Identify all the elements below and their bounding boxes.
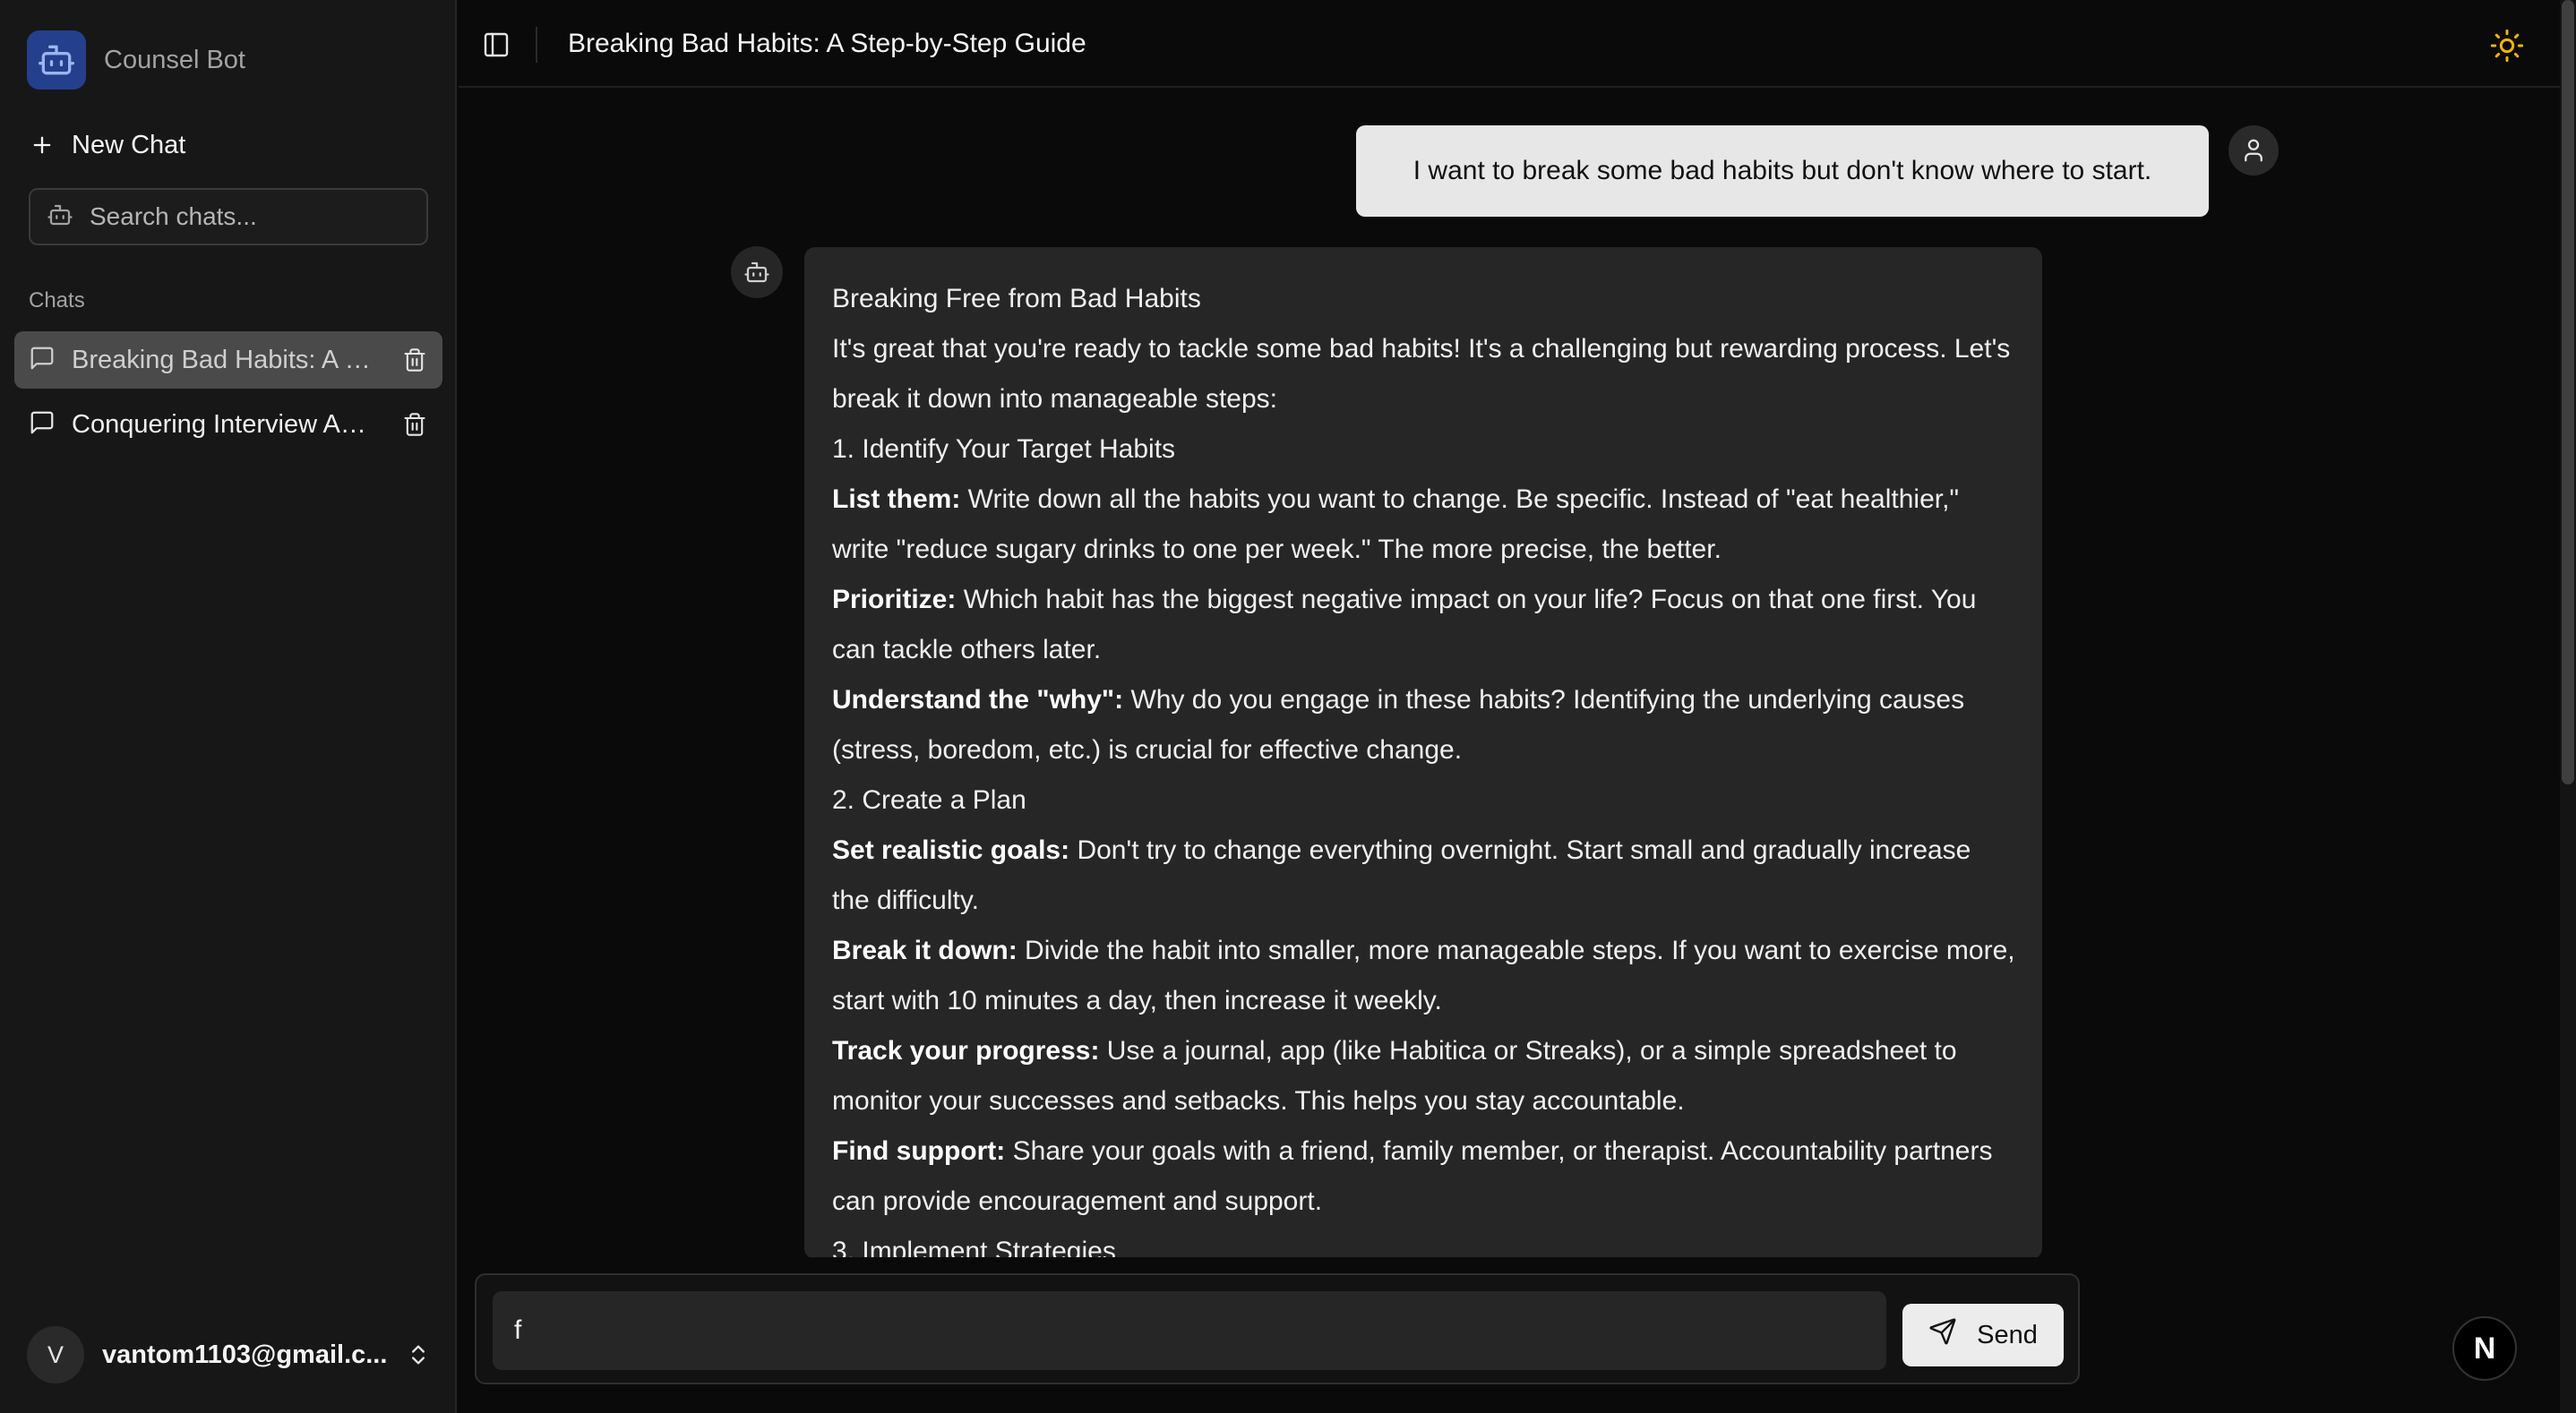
new-chat-button[interactable]: New Chat: [27, 125, 185, 165]
plus-icon: [27, 130, 57, 160]
response-item: List them: Write down all the habits you…: [832, 484, 1960, 564]
scrollbar-thumb[interactable]: [2562, 0, 2574, 784]
page-title: Breaking Bad Habits: A Step-by-Step Guid…: [568, 29, 1086, 58]
user-email: vantom1103@gmail.c...: [102, 1340, 388, 1369]
send-button[interactable]: Send: [1902, 1304, 2064, 1366]
top-bar: Breaking Bad Habits: A Step-by-Step Guid…: [459, 0, 2560, 88]
bot-search-icon: [47, 201, 73, 233]
message-composer: Send: [475, 1273, 2080, 1384]
send-label: Send: [1977, 1320, 2038, 1349]
assistant-message-bubble: Breaking Free from Bad Habits It's great…: [804, 247, 2042, 1259]
response-heading: Breaking Free from Bad Habits: [832, 284, 1201, 313]
response-item: Set realistic goals: Don't try to change…: [832, 835, 1971, 915]
brand-name: Counsel Bot: [104, 45, 245, 74]
sun-icon[interactable]: [2486, 25, 2528, 66]
search-input[interactable]: [90, 202, 412, 231]
chat-item-label: Conquering Interview Anxiety: [72, 409, 376, 439]
response-section-heading: 1. Identify Your Target Habits: [832, 434, 1176, 464]
message-square-icon: [29, 409, 56, 441]
response-paragraph: It's great that you're ready to tackle s…: [832, 334, 2011, 414]
app-window: Counsel Bot New Chat Chats Breaking Bad …: [0, 0, 2576, 1413]
response-section-heading: 2. Create a Plan: [832, 785, 1026, 815]
search-box[interactable]: [29, 188, 428, 245]
avatar: V: [27, 1326, 84, 1383]
brand[interactable]: Counsel Bot: [27, 30, 245, 90]
bot-icon: [731, 246, 783, 298]
send-icon: [1928, 1317, 1957, 1353]
sidebar-chat-item-interview-anxiety[interactable]: Conquering Interview Anxiety: [14, 396, 442, 453]
user-icon: [2228, 125, 2279, 176]
message-input[interactable]: [493, 1291, 1886, 1370]
robot-icon: [27, 30, 86, 90]
response-section-heading: 3. Implement Strategies: [832, 1237, 1116, 1259]
response-item: Break it down: Divide the habit into sma…: [832, 936, 2015, 1015]
user-message-bubble: I want to break some bad habits but don'…: [1356, 125, 2209, 217]
trash-icon[interactable]: [399, 409, 430, 440]
header-divider: [536, 27, 537, 63]
user-account-menu[interactable]: V vantom1103@gmail.c...: [27, 1325, 434, 1384]
response-item: Track your progress: Use a journal, app …: [832, 1036, 1957, 1116]
chat-item-label: Breaking Bad Habits: A Step-by-Step Guid…: [72, 345, 376, 374]
chevrons-up-down-icon: [403, 1340, 434, 1370]
sidebar: Counsel Bot New Chat Chats Breaking Bad …: [0, 0, 457, 1413]
panel-left-icon[interactable]: [478, 27, 514, 63]
dev-tools-badge[interactable]: N: [2452, 1316, 2517, 1381]
response-item: Understand the "why": Why do you engage …: [832, 685, 1965, 765]
message-square-icon: [29, 345, 56, 376]
new-chat-label: New Chat: [72, 130, 186, 159]
response-item: Find support: Share your goals with a fr…: [832, 1136, 1993, 1216]
chats-section-label: Chats: [29, 288, 85, 313]
sidebar-chat-item-breaking-bad-habits[interactable]: Breaking Bad Habits: A Step-by-Step Guid…: [14, 331, 442, 389]
response-item: Prioritize: Which habit has the biggest …: [832, 585, 1977, 664]
trash-icon[interactable]: [399, 345, 430, 375]
